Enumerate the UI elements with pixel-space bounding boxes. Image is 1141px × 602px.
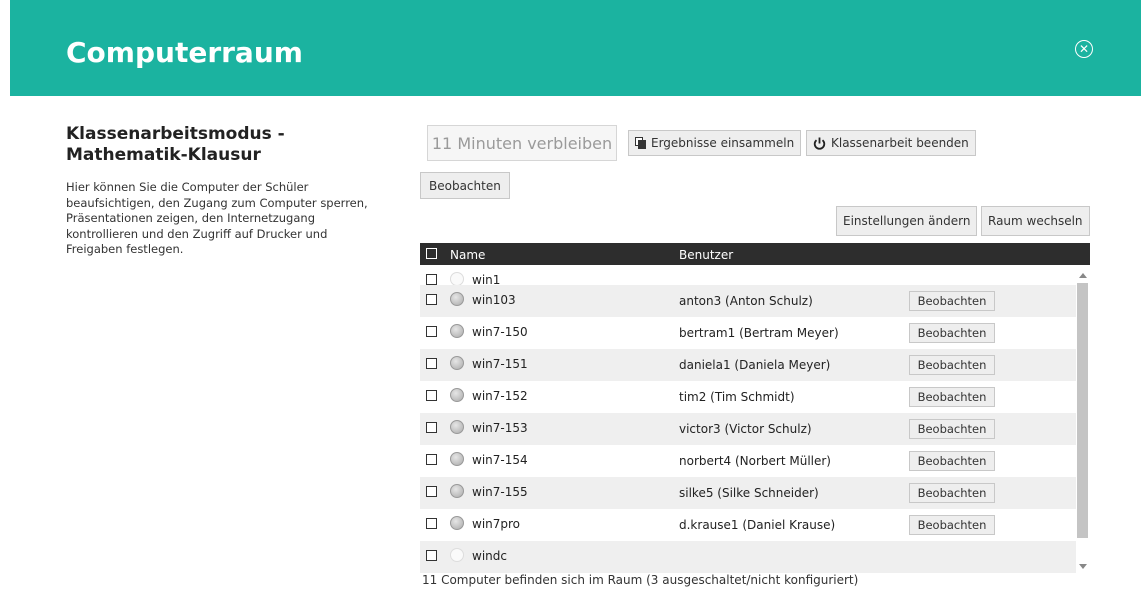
status-icon bbox=[450, 292, 464, 306]
scrollbar-thumb[interactable] bbox=[1077, 283, 1088, 538]
computer-name: win7-151 bbox=[472, 357, 528, 371]
computer-table: Name Benutzer win1 win103 anton3 (Anton … bbox=[420, 243, 1090, 575]
row-checkbox[interactable] bbox=[426, 294, 437, 305]
computer-name: win7-155 bbox=[472, 485, 528, 499]
computer-user: silke5 (Silke Schneider) bbox=[679, 486, 819, 500]
row-checkbox[interactable] bbox=[426, 486, 437, 497]
status-icon bbox=[450, 452, 464, 466]
observe-all-label: Beobachten bbox=[429, 178, 501, 193]
row-checkbox[interactable] bbox=[426, 422, 437, 433]
change-settings-label: Einstellungen ändern bbox=[843, 214, 971, 228]
table-row[interactable]: win7-152 tim2 (Tim Schmidt) Beobachten bbox=[420, 381, 1076, 413]
page-title: Computerraum bbox=[66, 36, 303, 69]
computer-name: win7-153 bbox=[472, 421, 528, 435]
collect-results-button[interactable]: Ergebnisse einsammeln bbox=[628, 130, 802, 156]
status-icon bbox=[450, 388, 464, 402]
end-exam-button[interactable]: Klassenarbeit beenden bbox=[806, 130, 976, 156]
exam-info-panel: Klassenarbeitsmodus - Mathematik-Klausur… bbox=[66, 124, 386, 258]
observe-button[interactable]: Beobachten bbox=[909, 291, 995, 311]
row-checkbox[interactable] bbox=[426, 326, 437, 337]
computer-name: windc bbox=[472, 549, 507, 563]
column-header-name[interactable]: Name bbox=[450, 248, 485, 262]
exam-description: Hier können Sie die Computer der Schüler… bbox=[66, 180, 368, 256]
computer-name: win7-150 bbox=[472, 325, 528, 339]
observe-button[interactable]: Beobachten bbox=[909, 451, 995, 471]
table-row[interactable]: win103 anton3 (Anton Schulz) Beobachten bbox=[420, 285, 1076, 317]
status-icon bbox=[450, 272, 464, 286]
table-body: win1 win103 anton3 (Anton Schulz) Beobac… bbox=[420, 265, 1076, 575]
status-icon bbox=[450, 420, 464, 434]
close-icon[interactable]: ✕ bbox=[1075, 40, 1093, 58]
computer-name: win7-152 bbox=[472, 389, 528, 403]
select-all-checkbox[interactable] bbox=[426, 248, 437, 259]
change-room-label: Raum wechseln bbox=[988, 214, 1083, 228]
computer-user: norbert4 (Norbert Müller) bbox=[679, 454, 831, 468]
observe-all-button[interactable]: Beobachten bbox=[420, 172, 510, 199]
row-checkbox[interactable] bbox=[426, 390, 437, 401]
column-header-user[interactable]: Benutzer bbox=[679, 248, 733, 262]
observe-button[interactable]: Beobachten bbox=[909, 355, 995, 375]
computer-user: d.krause1 (Daniel Krause) bbox=[679, 518, 836, 532]
observe-button[interactable]: Beobachten bbox=[909, 387, 995, 407]
row-checkbox[interactable] bbox=[426, 454, 437, 465]
dialog-header: Computerraum ✕ bbox=[10, 0, 1141, 96]
table-row[interactable]: win7-154 norbert4 (Norbert Müller) Beoba… bbox=[420, 445, 1076, 477]
computer-user: anton3 (Anton Schulz) bbox=[679, 294, 813, 308]
status-icon bbox=[450, 324, 464, 338]
exam-title: Klassenarbeitsmodus - Mathematik-Klausur bbox=[66, 124, 285, 165]
end-exam-label: Klassenarbeit beenden bbox=[831, 136, 969, 150]
observe-button[interactable]: Beobachten bbox=[909, 483, 995, 503]
computer-user: daniela1 (Daniela Meyer) bbox=[679, 358, 831, 372]
status-icon bbox=[450, 356, 464, 370]
power-icon bbox=[813, 137, 826, 150]
computer-user: victor3 (Victor Schulz) bbox=[679, 422, 812, 436]
table-header: Name Benutzer bbox=[420, 243, 1090, 265]
table-row[interactable]: win7pro d.krause1 (Daniel Krause) Beobac… bbox=[420, 509, 1076, 541]
change-settings-button[interactable]: Einstellungen ändern bbox=[836, 206, 978, 236]
scroll-down-icon[interactable] bbox=[1079, 564, 1087, 569]
computer-user: bertram1 (Bertram Meyer) bbox=[679, 326, 839, 340]
collect-results-label: Ergebnisse einsammeln bbox=[651, 136, 795, 150]
status-icon bbox=[450, 484, 464, 498]
observe-button[interactable]: Beobachten bbox=[909, 515, 995, 535]
computer-count-status: 11 Computer befinden sich im Raum (3 aus… bbox=[422, 573, 859, 587]
scroll-up-icon[interactable] bbox=[1079, 273, 1087, 278]
row-checkbox[interactable] bbox=[426, 518, 437, 529]
observe-button[interactable]: Beobachten bbox=[909, 419, 995, 439]
computer-name: win7-154 bbox=[472, 453, 528, 467]
table-scrollbar[interactable] bbox=[1076, 265, 1090, 575]
change-room-button[interactable]: Raum wechseln bbox=[981, 206, 1090, 236]
copy-icon bbox=[635, 137, 646, 149]
table-row[interactable]: win7-153 victor3 (Victor Schulz) Beobach… bbox=[420, 413, 1076, 445]
computer-name: win7pro bbox=[472, 517, 521, 531]
row-checkbox[interactable] bbox=[426, 358, 437, 369]
table-row[interactable]: win7-151 daniela1 (Daniela Meyer) Beobac… bbox=[420, 349, 1076, 381]
table-row[interactable]: win7-150 bertram1 (Bertram Meyer) Beobac… bbox=[420, 317, 1076, 349]
time-remaining-display: 11 Minuten verbleiben bbox=[427, 125, 617, 161]
observe-button[interactable]: Beobachten bbox=[909, 323, 995, 343]
status-icon bbox=[450, 548, 464, 562]
computer-user: tim2 (Tim Schmidt) bbox=[679, 390, 795, 404]
row-checkbox[interactable] bbox=[426, 274, 437, 285]
computer-name: win103 bbox=[472, 293, 516, 307]
table-row[interactable]: windc bbox=[420, 541, 1076, 573]
table-row[interactable]: win7-155 silke5 (Silke Schneider) Beobac… bbox=[420, 477, 1076, 509]
row-checkbox[interactable] bbox=[426, 550, 437, 561]
status-icon bbox=[450, 516, 464, 530]
